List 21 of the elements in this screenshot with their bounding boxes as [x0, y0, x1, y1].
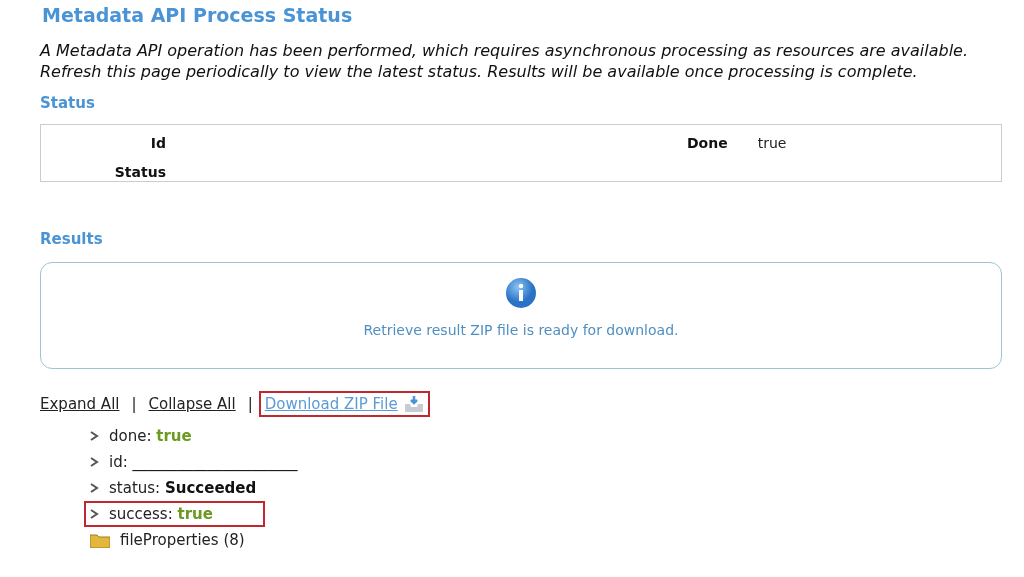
tree-item[interactable]: done: true [84, 423, 198, 449]
page-title: Metadata API Process Status [42, 4, 354, 26]
description-text: A Metadata API operation has been performed, which requires asynchronous processing as resources are available. Refresh this page periodically to view the latest status. Results will be available once processing is complete. [40, 40, 970, 82]
message-text: Retrieve result ZIP file is ready for download. [363, 322, 679, 338]
tree-item[interactable]: id: ______________________ [84, 449, 304, 475]
tree-item[interactable]: status: Succeeded [84, 475, 263, 501]
field-value: true [757, 134, 787, 153]
separator: | [131, 395, 137, 413]
tree-link[interactable]: Expand All [34, 391, 126, 417]
folder-icon[interactable] [90, 532, 110, 548]
tree-item[interactable]: success: true [84, 501, 265, 527]
separator: | [247, 395, 253, 413]
tree-link[interactable]: Collapse All [142, 391, 242, 417]
field-label: Id [149, 134, 166, 153]
tree-item[interactable]: fileProperties (8) [84, 527, 251, 553]
field-label: Done [687, 134, 728, 153]
section-heading: Status [40, 94, 96, 112]
info-icon [505, 277, 537, 309]
download-icon [403, 396, 424, 412]
field-label: Status [113, 163, 166, 182]
section-heading: Results [40, 230, 104, 248]
